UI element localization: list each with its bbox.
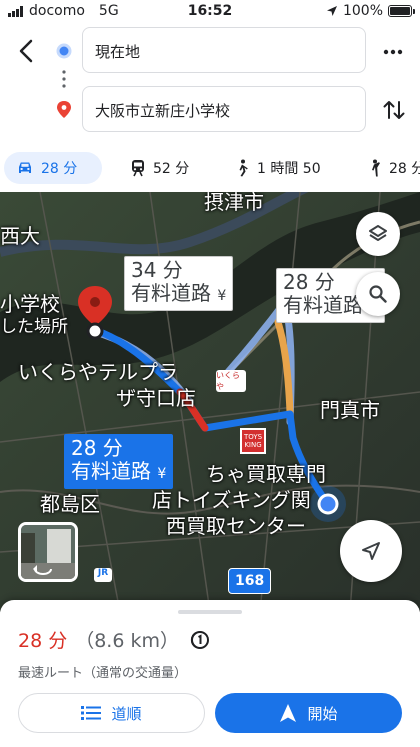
start-label: 開始 xyxy=(307,704,338,723)
directions-steps-button[interactable]: 道順 xyxy=(18,693,205,733)
travel-mode-tabs: 28 分 52 分 1 時間 50 28 分 xyxy=(0,146,420,190)
current-location-icon xyxy=(310,486,346,522)
more-horizontal-icon xyxy=(383,49,403,55)
search-along-route-button[interactable] xyxy=(356,272,400,316)
map-view[interactable]: 摂津市 西大 小学校 した場所 いくらやテルプラ ザ守口店 門真市 ちゃ買取専門… xyxy=(0,192,420,612)
map-label-toys2: 店トイズキング関 xyxy=(152,488,311,512)
list-icon xyxy=(81,706,102,720)
back-button[interactable] xyxy=(12,36,42,66)
tab-drive-label: 28 分 xyxy=(41,161,78,177)
tab-walk[interactable]: 1 時間 50 xyxy=(222,152,333,184)
walk-icon xyxy=(239,159,248,177)
ikura-poi-icon[interactable]: いくらや xyxy=(216,370,246,392)
route-connector xyxy=(56,43,72,118)
toys-king-poi-icon[interactable]: TOYS KING xyxy=(240,428,266,454)
origin-dot-icon xyxy=(56,43,72,59)
sheet-grabber[interactable] xyxy=(178,610,242,614)
map-label-toys1: ちゃ買取専門 xyxy=(206,462,326,486)
street-view-thumbnail[interactable] xyxy=(18,522,78,582)
route-description: 最速ルート（通常の交通量） xyxy=(18,666,188,681)
route-distance: （8.6 km） xyxy=(75,630,179,652)
alt-route-2-note: 有料道路 xyxy=(283,293,363,317)
search-icon xyxy=(369,285,387,303)
back-arrow-icon xyxy=(19,39,33,63)
main-route-callout[interactable]: 28 分 有料道路 ¥ xyxy=(64,434,174,489)
origin-input[interactable]: 現在地 xyxy=(82,27,366,73)
map-label-ikura: いくらやテルプラ xyxy=(18,360,178,384)
map-label-settsu: 摂津市 xyxy=(204,192,264,214)
car-icon xyxy=(19,162,31,173)
recenter-button[interactable] xyxy=(340,520,402,582)
layers-icon xyxy=(369,225,387,241)
battery-icon xyxy=(388,5,415,17)
alt-route-1-time: 34 分 xyxy=(131,258,183,282)
ride-icon xyxy=(372,159,380,177)
swap-route-button[interactable] xyxy=(380,96,408,124)
main-route-note: 有料道路 xyxy=(71,459,151,483)
battery-percent: 100% xyxy=(342,3,383,19)
map-label-toys3: 西買取センター xyxy=(166,514,306,538)
map-label-moriguchi: ザ守口店 xyxy=(116,386,196,410)
location-arrow-icon xyxy=(326,6,337,16)
route-summary: 28 分 （8.6 km） xyxy=(18,626,209,653)
tab-transit[interactable]: 52 分 xyxy=(118,152,201,184)
navigation-arrow-icon xyxy=(362,542,380,560)
train-icon xyxy=(132,160,144,177)
map-label-miyakojima: 都島区 xyxy=(40,492,100,516)
jr-station-icon[interactable]: JR xyxy=(94,568,112,582)
route-summary-sheet[interactable]: 28 分 （8.6 km） 最速ルート（通常の交通量） 道順 開始 xyxy=(0,600,420,747)
alt-route-callout-1[interactable]: 34 分 有料道路 ¥ xyxy=(124,256,234,311)
status-bar: docomo 5G 16:52 100% xyxy=(0,0,420,24)
tab-ride[interactable]: 28 分 xyxy=(354,152,420,184)
toll-road-icon xyxy=(190,630,209,649)
layers-button[interactable] xyxy=(356,212,400,256)
start-navigation-button[interactable]: 開始 xyxy=(215,693,402,733)
more-options-button[interactable] xyxy=(378,40,408,64)
swap-vertical-icon xyxy=(383,101,405,119)
tab-transit-label: 52 分 xyxy=(153,161,190,177)
map-label-nishio: 西大 xyxy=(0,224,40,248)
street-view-image xyxy=(21,525,75,579)
map-label-kadoma: 門真市 xyxy=(320,398,380,422)
main-route-time: 28 分 xyxy=(71,436,123,460)
toll-icon: ¥ xyxy=(217,288,227,304)
tab-ride-label: 28 分 xyxy=(389,161,420,177)
route-duration: 28 分 xyxy=(18,630,68,652)
alt-route-1-note: 有料道路 xyxy=(131,281,211,305)
tab-drive[interactable]: 28 分 xyxy=(4,152,102,184)
steps-label: 道順 xyxy=(111,704,142,723)
navigation-icon xyxy=(280,704,297,722)
destination-input[interactable]: 大阪市立新庄小学校 xyxy=(82,86,366,132)
tab-walk-label: 1 時間 50 xyxy=(257,161,321,177)
route-number-badge: 168 xyxy=(228,568,272,594)
toll-icon: ¥ xyxy=(157,466,167,482)
map-label-place: した場所 xyxy=(0,317,68,337)
